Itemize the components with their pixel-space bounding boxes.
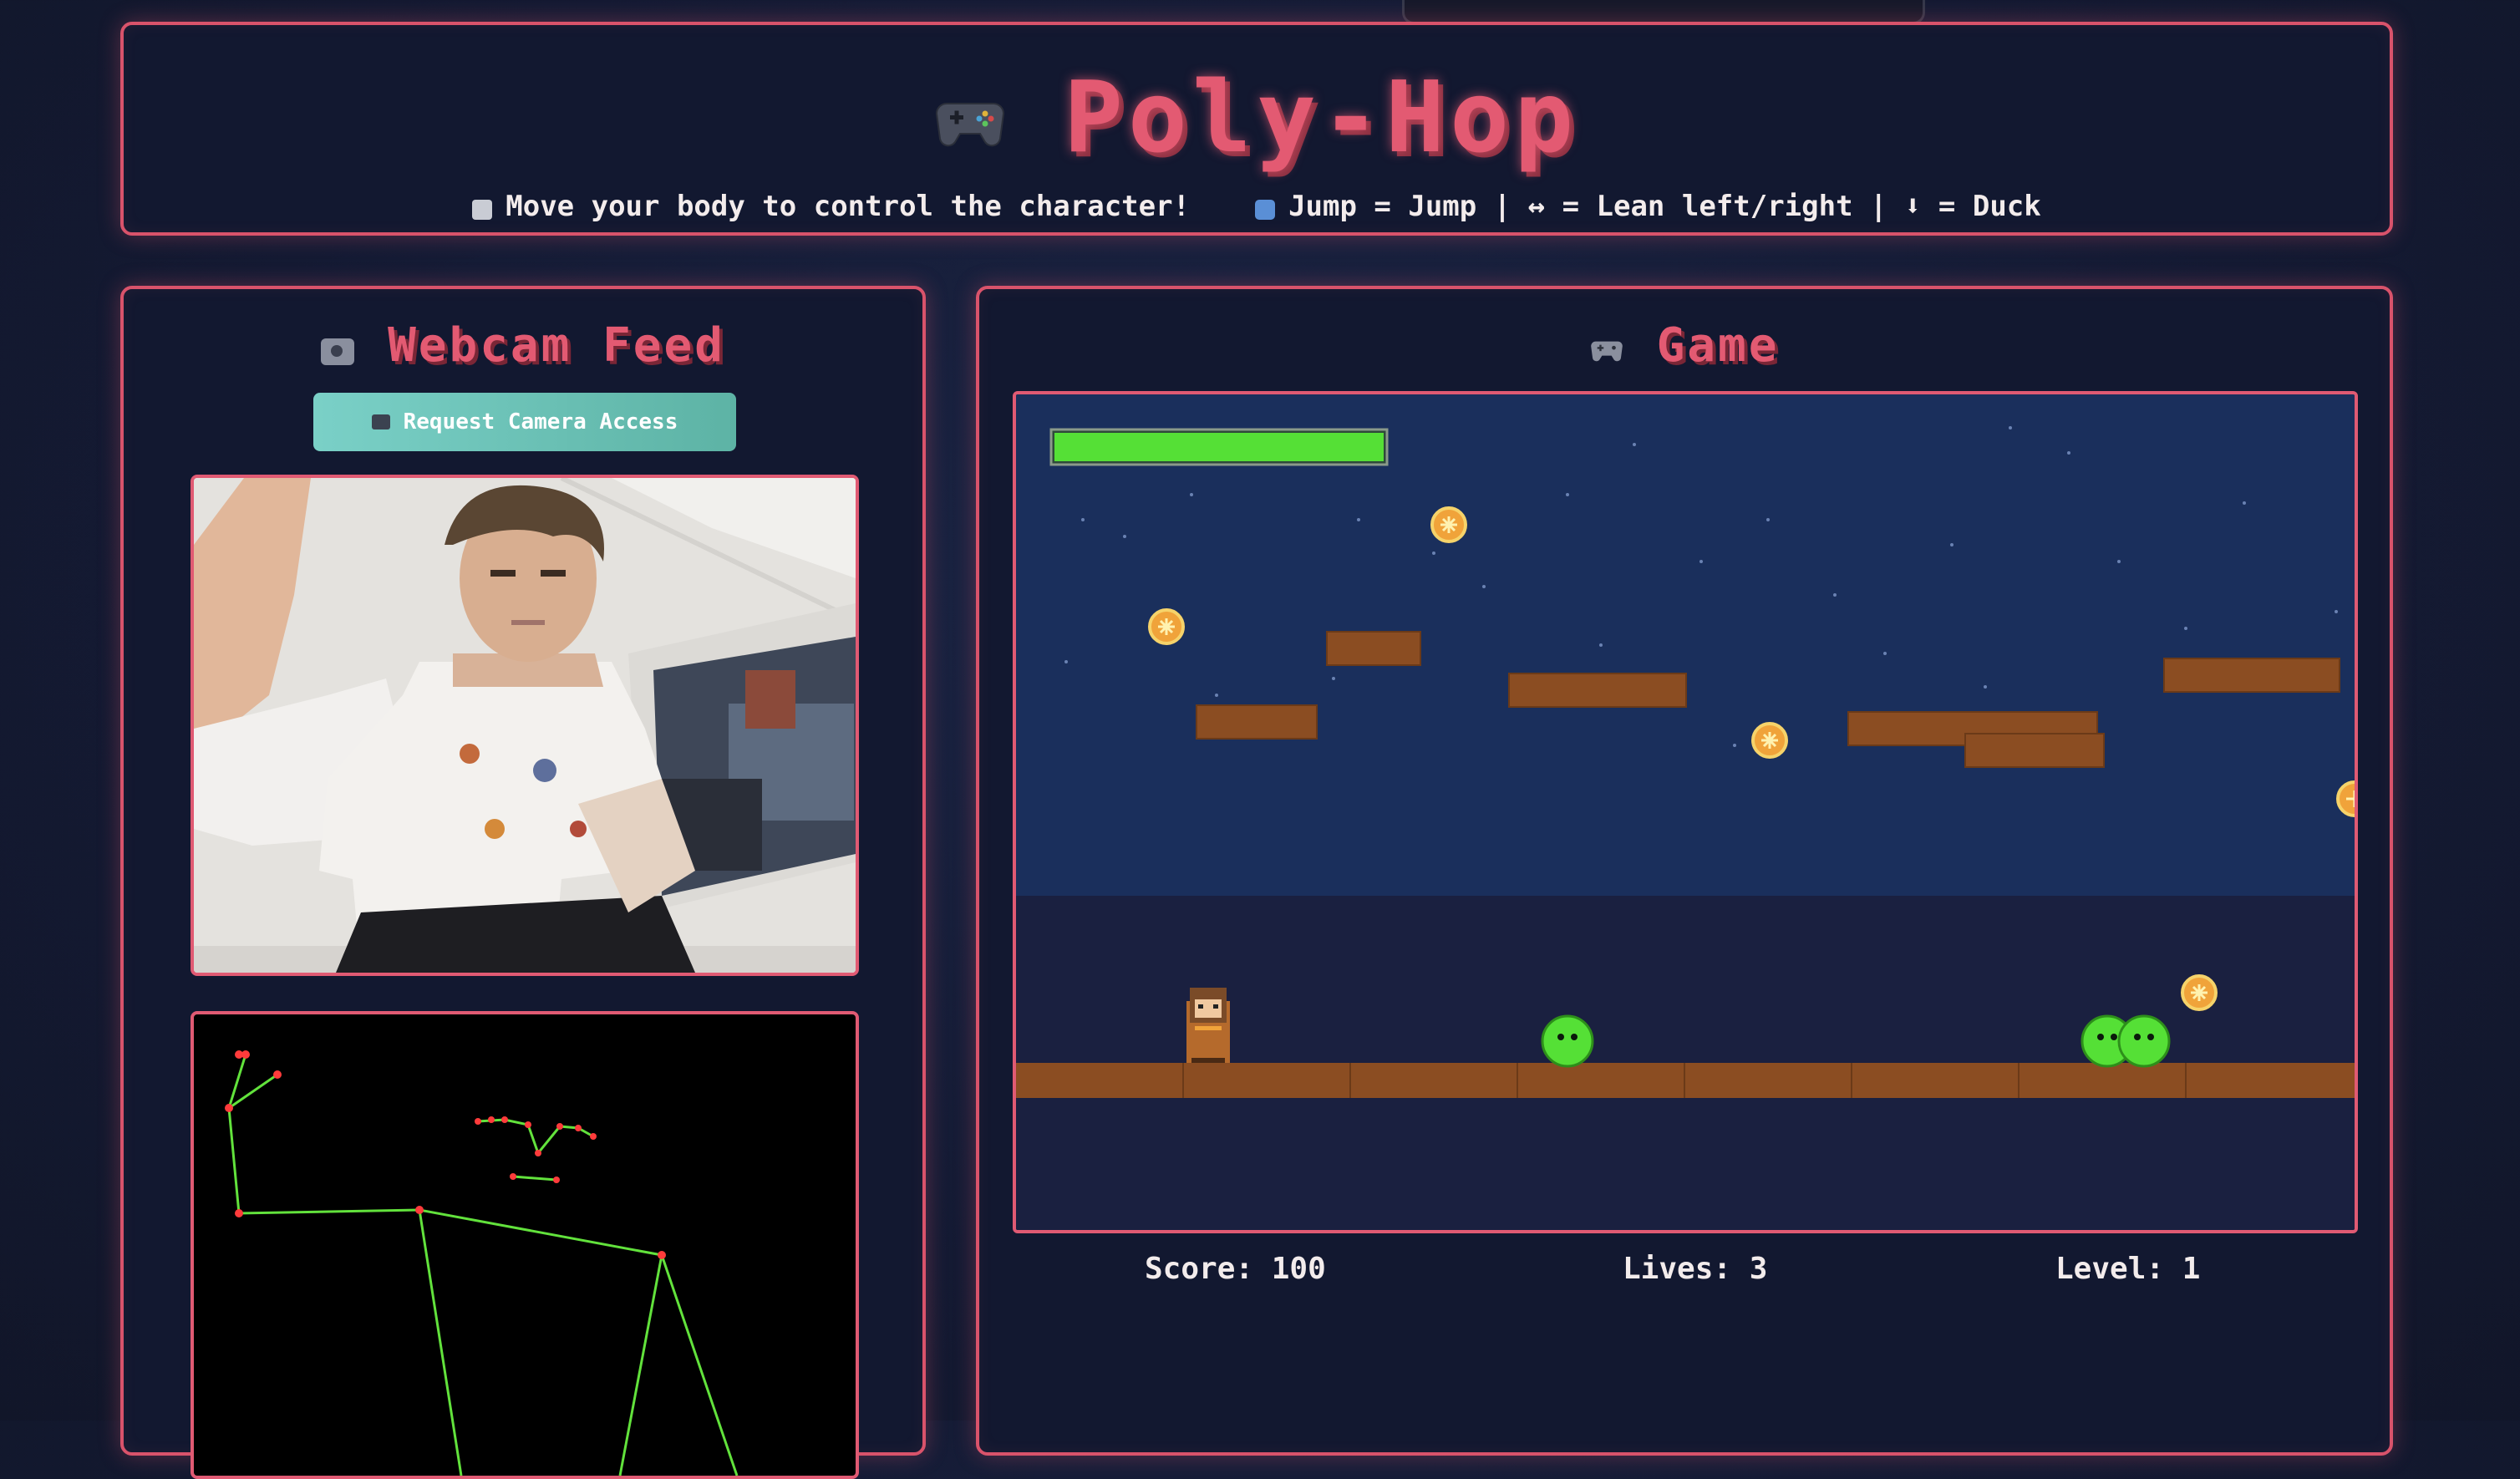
webcam-image <box>194 478 856 973</box>
webcam-title: Webcam Feed <box>388 318 725 373</box>
header-panel: Poly-Hop Move your body to control the c… <box>120 22 2393 236</box>
gamepad-icon <box>1590 341 1623 362</box>
pose-skeleton <box>225 1050 739 1476</box>
score-display: Score: 100 <box>1145 1252 1326 1286</box>
title-row: Poly-Hop <box>124 58 2390 175</box>
lives-display: Lives: 3 <box>1623 1252 1768 1286</box>
request-camera-label: Request Camera Access <box>403 409 678 435</box>
browser-tab-overlay <box>1402 0 1925 24</box>
request-camera-button[interactable]: Request Camera Access <box>313 393 736 451</box>
controls-text: Jump = Jump | ↔ = Lean left/right | ⬇ = … <box>1288 190 2041 223</box>
page-title: Poly-Hop <box>1063 59 1579 175</box>
video-camera-icon <box>321 338 355 365</box>
instructions-row: Move your body to control the character!… <box>124 186 2390 227</box>
game-panel: Game Score: 100 Lives: 3 Level: 1 <box>976 286 2393 1456</box>
pose-skeleton-canvas <box>191 1011 859 1479</box>
player-character <box>1186 988 1230 1063</box>
game-canvas[interactable] <box>1013 391 2358 1233</box>
refresh-icon <box>1255 200 1276 220</box>
webcam-video <box>191 475 859 976</box>
health-bar-fill <box>1054 433 1384 461</box>
gamepad-icon <box>935 103 1004 147</box>
game-title-row: Game <box>979 316 2390 374</box>
game-title: Game <box>1656 318 1780 373</box>
instruction-text: Move your body to control the character! <box>506 190 1191 223</box>
webcam-title-row: Webcam Feed <box>124 316 922 374</box>
camera-icon <box>371 414 390 429</box>
webcam-panel: Webcam Feed Request Camera Access <box>120 286 926 1479</box>
level-display: Level: 1 <box>2055 1252 2201 1286</box>
camera-icon <box>472 200 493 220</box>
game-scene <box>1016 394 2355 1230</box>
